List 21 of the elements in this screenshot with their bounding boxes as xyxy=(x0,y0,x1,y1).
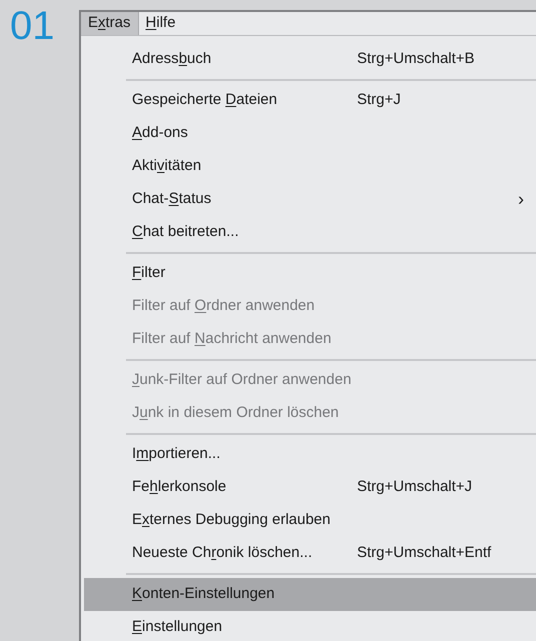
menu-item[interactable]: Aktivitäten xyxy=(84,150,536,182)
shortcut-text: Strg+Umschalt+B xyxy=(357,48,475,69)
menu-item[interactable]: Neueste Chronik löschen... Strg+Umschalt+Entf xyxy=(84,536,536,570)
menu-item[interactable]: Chat-Status › xyxy=(84,182,536,216)
shortcut-text: Strg+Umschalt+J xyxy=(357,476,472,497)
menu-item[interactable]: Add-ons xyxy=(84,116,536,150)
menu-item[interactable]: Importieren... xyxy=(84,438,536,470)
shortcut-text: Strg+J xyxy=(357,90,401,110)
menu-item[interactable]: Filter xyxy=(84,256,536,290)
menu-item[interactable]: Chat beitreten... xyxy=(84,216,536,248)
step-number: 01 xyxy=(10,4,54,48)
submenu-arrow: › xyxy=(518,188,524,210)
menu-item[interactable]: Adressbuch Strg+Umschalt+B xyxy=(84,42,536,76)
menu-item[interactable]: Gespeicherte Dateien Strg+J xyxy=(84,84,536,116)
menu-item[interactable]: Fehlerkonsole Strg+Umschalt+J xyxy=(84,470,536,504)
menu-item[interactable]: Einstellungen xyxy=(84,610,536,641)
menu-bar-item[interactable]: Hilfe xyxy=(138,12,183,34)
shortcut-text: Strg+Umschalt+Entf xyxy=(357,542,492,563)
menu-bar-item[interactable]: Extras xyxy=(81,12,139,34)
menu-item[interactable]: Konten-Einstellungen xyxy=(84,578,536,610)
menu-item[interactable]: Externes Debugging erlauben xyxy=(84,504,536,536)
